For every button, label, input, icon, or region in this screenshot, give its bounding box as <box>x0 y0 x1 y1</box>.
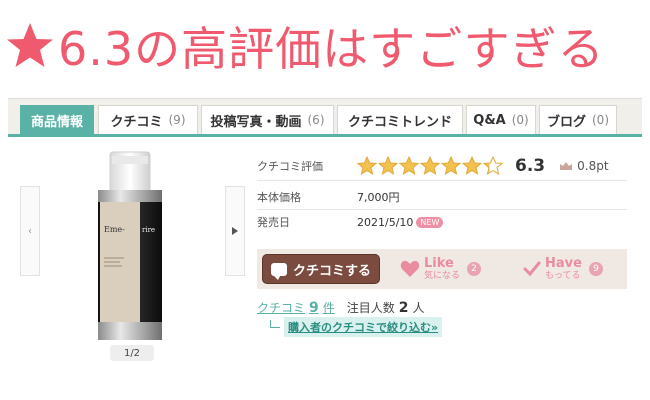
price-label: 本体価格 <box>257 191 301 204</box>
image-pager: 1/2 <box>110 345 154 361</box>
price-value: 7,000円 <box>357 191 400 204</box>
filter-buyers-link[interactable]: 購入者のクチコミで絞り込む» <box>284 317 443 337</box>
tab-photos-videos[interactable]: 投稿写真・動画 (6) <box>201 105 334 134</box>
tab-label: 商品情報 <box>30 114 83 130</box>
rating-label: クチコミ評価 <box>257 160 323 173</box>
headline-text: 6.3の高評価はすごすぎる <box>58 22 605 76</box>
tab-count: (0) <box>511 113 529 127</box>
release-label: 発売日 <box>257 216 290 229</box>
filter-buyers-label: 購入者のクチコミで絞り込む <box>288 321 431 334</box>
have-label: Have <box>545 255 582 271</box>
like-sub: 気になる <box>424 270 461 281</box>
rating-star <box>419 156 441 176</box>
tab-reviews[interactable]: クチコミ (9) <box>98 105 198 134</box>
rating-star <box>440 156 462 176</box>
next-image-button[interactable] <box>225 186 245 276</box>
like-count: 2 <box>467 262 482 276</box>
tab-label: クチコミトレンド <box>347 114 452 130</box>
star-icon <box>7 23 53 67</box>
chevron-left-icon: ‹ <box>28 225 32 237</box>
product-image[interactable]: Eme- rire <box>90 148 170 343</box>
tab-blog[interactable]: ブログ (0) <box>539 105 617 134</box>
have-sub: もってる <box>545 270 581 281</box>
action-box: クチコミする Like 気になる 2 Have もってる 9 <box>257 249 627 289</box>
release-value: 2021/5/10 <box>357 215 414 229</box>
rating-star <box>461 156 483 176</box>
review-link[interactable]: クチコミ <box>257 299 305 316</box>
tab-label: 投稿写真・動画 <box>210 114 302 130</box>
like-button[interactable]: Like 気になる 2 <box>400 252 482 286</box>
review-count[interactable]: 9 <box>309 300 319 316</box>
attention-unit: 人 <box>412 301 425 315</box>
have-button[interactable]: Have もってる 9 <box>523 252 603 286</box>
review-unit[interactable]: 件 <box>323 299 335 316</box>
checkmark-icon <box>523 261 541 277</box>
tab-review-trend[interactable]: クチコミトレンド <box>337 105 463 134</box>
tab-label: Q&A <box>473 112 506 128</box>
tab-qa[interactable]: Q&A (0) <box>466 105 536 134</box>
tab-count: (9) <box>168 113 186 127</box>
new-badge: NEW <box>416 216 444 228</box>
rating-row: クチコミ評価 6.3 0.8pt <box>257 156 609 176</box>
attention-count: 2 <box>398 300 409 316</box>
tab-bar: 商品情報 クチコミ (9) 投稿写真・動画 (6) クチコミトレンド Q&A (… <box>8 99 642 137</box>
rating-star <box>482 156 504 176</box>
tab-product-info[interactable]: 商品情報 <box>20 105 94 134</box>
attention-label: 注目人数 <box>346 301 395 315</box>
tab-count: (6) <box>307 113 325 127</box>
svg-text:rire: rire <box>142 226 155 234</box>
tab-label: ブログ <box>546 114 586 130</box>
rating-score: 6.3 <box>515 156 546 176</box>
review-summary: クチコミ 9件 注目人数 2人 <box>257 299 425 316</box>
write-review-button[interactable]: クチコミする <box>262 254 380 284</box>
points-value: 0.8pt <box>577 159 609 173</box>
chevron-right-icon <box>232 227 238 235</box>
tree-corner-icon <box>270 320 280 328</box>
price-row: 本体価格 7,000円 <box>257 187 400 207</box>
rating-star <box>357 156 378 176</box>
rating-star <box>377 156 399 176</box>
write-review-label: クチコミする <box>292 263 371 279</box>
points: 0.8pt <box>559 159 609 173</box>
star-rating-icon <box>357 156 504 176</box>
tab-count: (0) <box>592 113 609 127</box>
speech-bubble-icon <box>270 262 287 280</box>
headline: 6.3の高評価はすごすぎる <box>4 6 644 86</box>
prev-image-button[interactable]: ‹ <box>20 186 40 276</box>
rating-stars <box>357 156 507 176</box>
rating-star <box>398 156 420 176</box>
svg-text:Eme-: Eme- <box>104 225 125 234</box>
like-label: Like <box>424 255 454 271</box>
tab-label: クチコミ <box>110 114 163 130</box>
have-count: 9 <box>588 262 603 276</box>
crown-icon <box>560 162 573 170</box>
release-row: 発売日 2021/5/10 NEW <box>257 212 444 232</box>
divider <box>257 209 627 210</box>
divider <box>257 180 627 181</box>
double-chevron-icon: » <box>431 321 439 334</box>
filter-row: 購入者のクチコミで絞り込む» <box>270 317 443 337</box>
heart-icon <box>400 260 420 277</box>
